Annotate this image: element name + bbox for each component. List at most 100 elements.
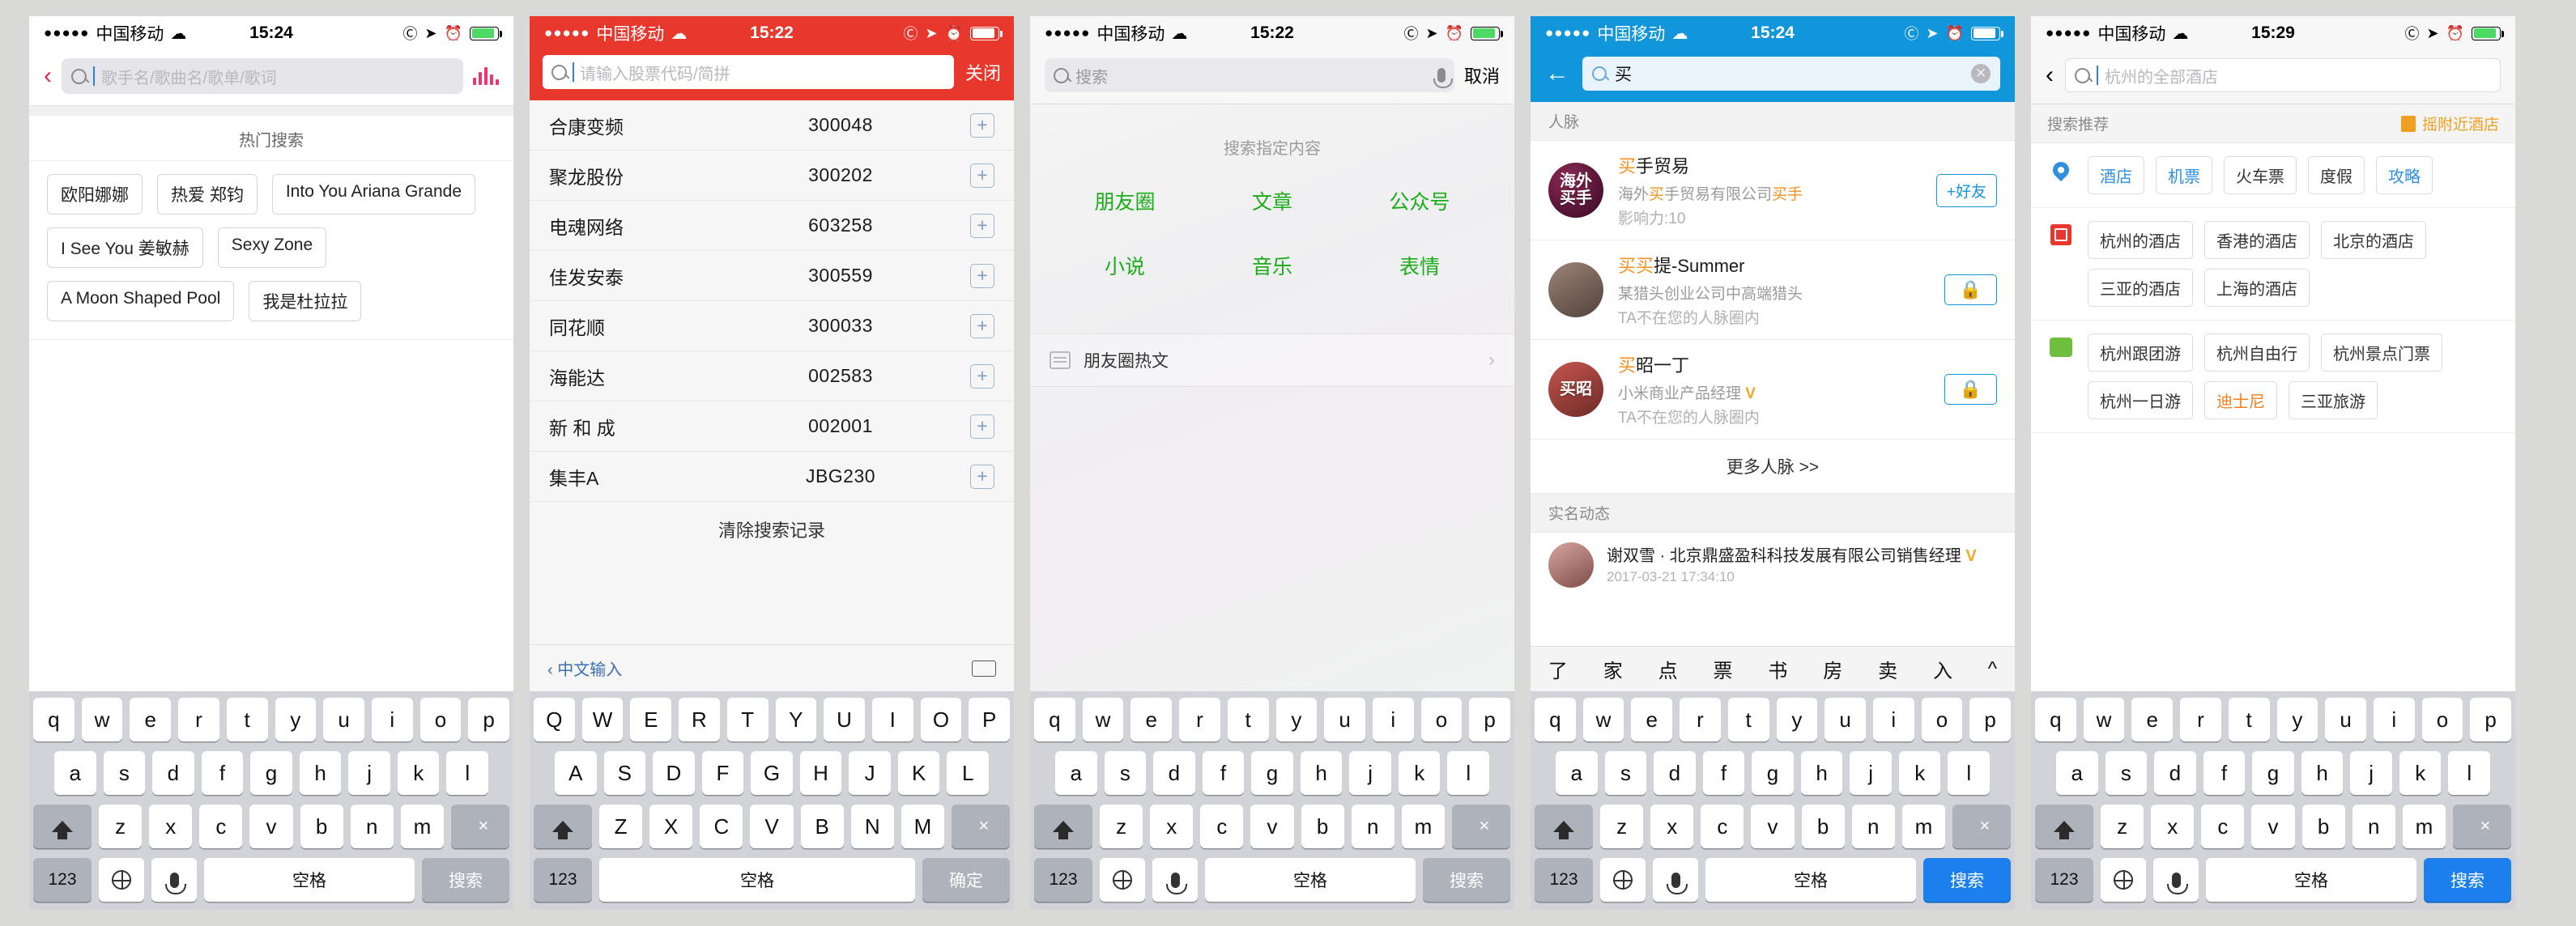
key-u[interactable]: u [1824,698,1866,741]
key-p[interactable]: p [2470,698,2512,741]
delete-key[interactable]: ✕ [1952,805,2011,848]
category-music[interactable]: 音乐 [1199,251,1346,280]
key-g[interactable]: g [1752,751,1794,795]
hot-tag[interactable]: 热爱 郑钧 [157,174,258,215]
key-z[interactable]: z [99,805,143,848]
suggestion-chip[interactable]: 三亚的酒店 [2088,269,2193,307]
add-icon[interactable]: + [970,464,994,489]
key-b[interactable]: b [2301,805,2345,848]
key-u[interactable]: u [1324,698,1365,741]
key-L[interactable]: L [947,751,990,795]
key-i[interactable]: i [1372,698,1414,741]
key-E[interactable]: E [630,698,672,741]
back-button[interactable]: ‹ [2046,63,2054,87]
key-V[interactable]: V [750,805,794,848]
key-M[interactable]: M [901,805,944,848]
key-b[interactable]: b [1801,805,1845,848]
globe-key[interactable] [1600,858,1646,902]
key-q[interactable]: q [32,698,75,741]
suggestion-item[interactable]: 入 [1933,655,1952,683]
numbers-key[interactable]: 123 [2035,858,2093,902]
key-r[interactable]: r [1680,698,1721,741]
mic-key[interactable] [1152,858,1198,902]
key-h[interactable]: h [299,751,342,795]
key-o[interactable]: o [2421,698,2463,741]
key-j[interactable]: j [2350,751,2392,795]
key-m[interactable]: m [400,805,444,848]
list-item[interactable]: 买买提-Summer 某猎头创业公司中高端猎头 TA不在您的人脉圈内 🔒 [1531,240,2015,340]
key-v[interactable]: v [249,805,293,848]
add-icon[interactable]: + [970,414,994,439]
search-input[interactable]: 买 ✕ [1582,57,2000,91]
key-p[interactable]: p [468,698,510,741]
key-b[interactable]: b [1301,805,1344,848]
search-key[interactable]: 搜索 [2424,858,2511,902]
suggestion-chip[interactable]: 北京的酒店 [2321,221,2426,259]
key-X[interactable]: X [649,805,693,848]
hot-tag[interactable]: I See You 姜敏赫 [47,227,203,268]
moments-hot-articles-row[interactable]: 朋友圈热文 › [1030,333,1514,387]
equalizer-icon[interactable] [473,67,499,85]
key-d[interactable]: d [1654,751,1696,795]
key-k[interactable]: k [2399,751,2442,795]
key-o[interactable]: o [1921,698,1963,741]
key-n[interactable]: n [1351,805,1394,848]
add-icon[interactable]: + [970,163,994,188]
key-f[interactable]: f [2203,751,2246,795]
add-icon[interactable]: + [970,313,994,338]
key-w[interactable]: w [1582,698,1624,741]
table-row[interactable]: 电魂网络 603258 + [530,201,1014,251]
key-a[interactable]: a [1555,751,1598,795]
suggestion-item[interactable]: 票 [1714,655,1733,683]
key-N[interactable]: N [850,805,894,848]
key-m[interactable]: m [2402,805,2446,848]
key-h[interactable]: h [2301,751,2344,795]
key-C[interactable]: C [700,805,743,848]
confirm-key[interactable]: 确定 [922,858,1010,902]
key-r[interactable]: r [178,698,219,741]
key-y[interactable]: y [1776,698,1818,741]
key-g[interactable]: g [2252,751,2294,795]
key-u[interactable]: u [2325,698,2366,741]
key-n[interactable]: n [350,805,394,848]
key-x[interactable]: x [1150,805,1194,848]
key-w[interactable]: w [81,698,123,741]
key-n[interactable]: n [1851,805,1895,848]
key-R[interactable]: R [679,698,720,741]
space-key[interactable]: 空格 [599,858,915,902]
mic-key[interactable] [2153,858,2199,902]
category-novels[interactable]: 小说 [1051,251,1199,280]
key-y[interactable]: y [275,698,317,741]
key-Q[interactable]: Q [533,698,575,741]
key-f[interactable]: f [1202,751,1245,795]
key-s[interactable]: s [2105,751,2148,795]
key-a[interactable]: a [53,751,96,795]
clear-icon[interactable]: ✕ [1971,64,1991,83]
suggestion-chip[interactable]: 杭州景点门票 [2321,333,2442,372]
keyboard-icon[interactable] [972,660,996,677]
key-l[interactable]: l [2448,751,2491,795]
key-c[interactable]: c [2201,805,2245,848]
key-J[interactable]: J [849,751,891,795]
shift-key[interactable] [1535,805,1593,848]
cancel-button[interactable]: 取消 [1464,62,1500,88]
key-s[interactable]: s [1104,751,1147,795]
hot-tag[interactable]: Sexy Zone [217,227,327,268]
hot-tag[interactable]: 我是杜拉拉 [249,281,362,321]
key-v[interactable]: v [2251,805,2295,848]
key-r[interactable]: r [2180,698,2221,741]
delete-key[interactable]: ✕ [951,805,1010,848]
key-i[interactable]: i [371,698,413,741]
key-t[interactable]: t [226,698,268,741]
key-a[interactable]: a [1054,751,1097,795]
key-Z[interactable]: Z [599,805,643,848]
shift-key[interactable] [33,805,92,848]
key-S[interactable]: S [603,751,646,795]
key-g[interactable]: g [1251,751,1293,795]
suggestion-chip[interactable]: 杭州自由行 [2204,333,2310,372]
search-key[interactable]: 搜索 [1423,858,1510,902]
key-d[interactable]: d [152,751,194,795]
key-w[interactable]: w [2083,698,2125,741]
key-x[interactable]: x [1650,805,1694,848]
key-e[interactable]: e [1130,698,1173,741]
